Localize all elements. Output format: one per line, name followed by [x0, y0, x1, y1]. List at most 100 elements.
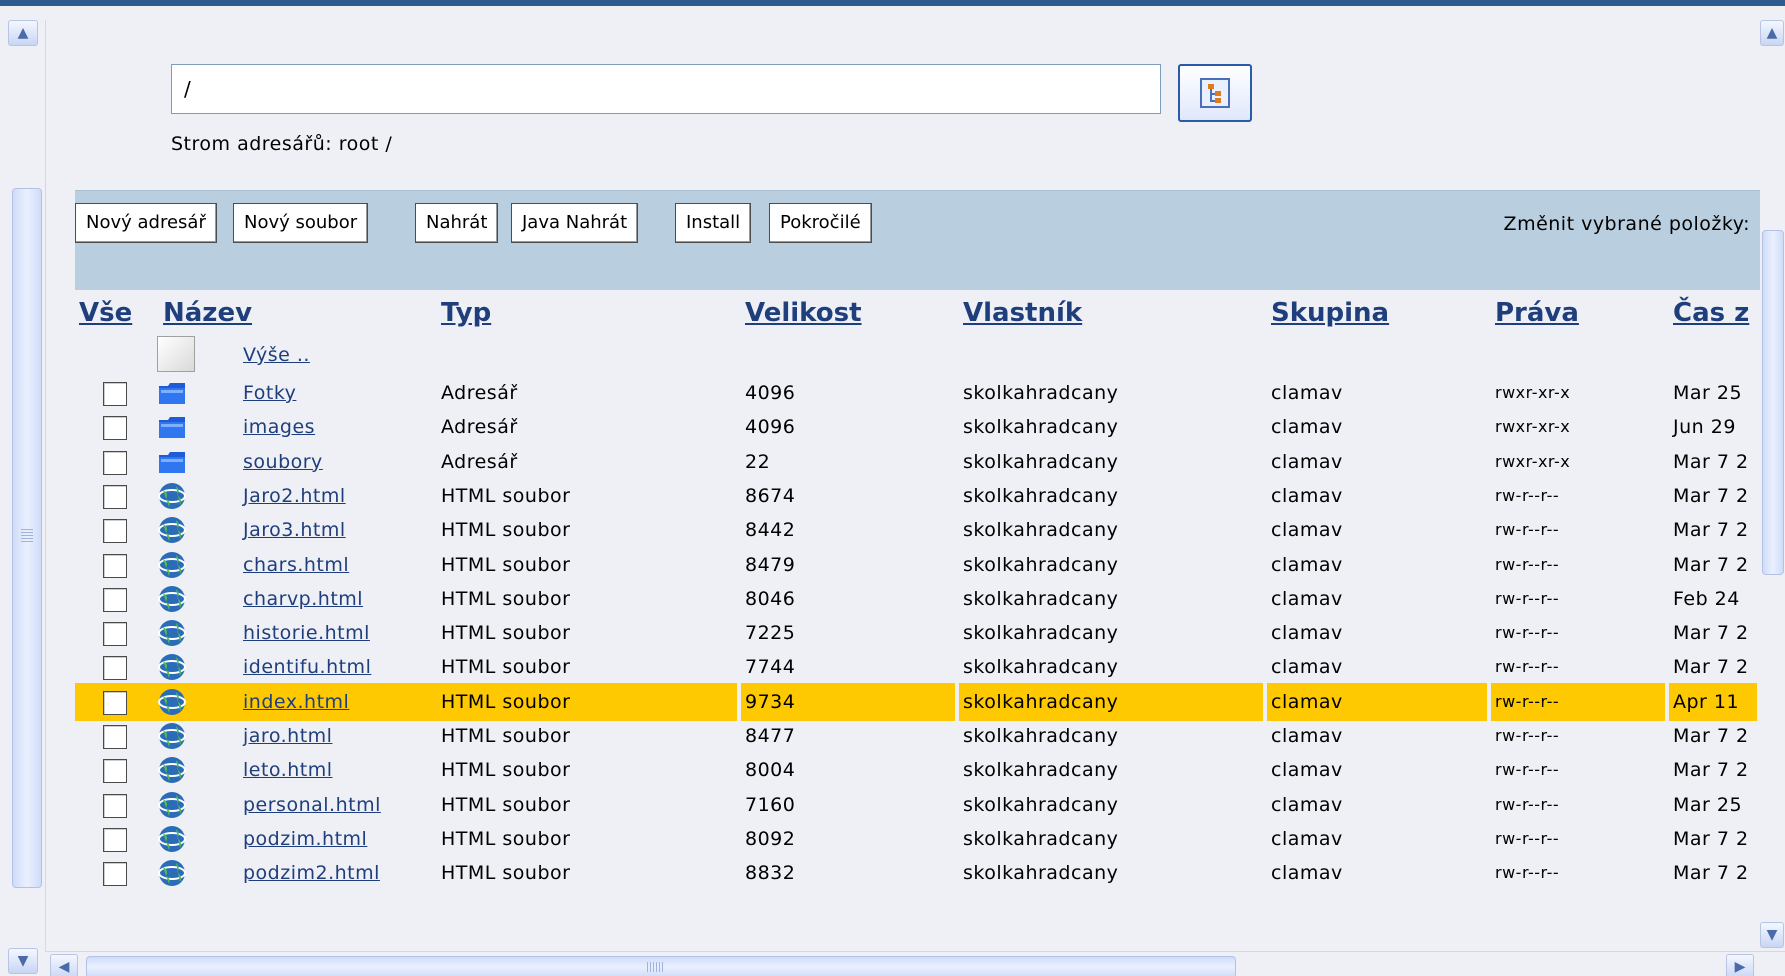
file-name-link[interactable]: soubory: [243, 451, 323, 473]
table-row[interactable]: podzim2.html HTML soubor 8832 skolkahradcan…: [75, 854, 1760, 892]
horizontal-scroll-thumb[interactable]: [86, 956, 1236, 976]
scroll-up-icon[interactable]: ▲: [1760, 20, 1784, 46]
cell-size: 7744: [745, 656, 796, 679]
row-checkbox[interactable]: [103, 862, 127, 887]
inner-scroll-thumb[interactable]: [1762, 230, 1784, 575]
row-checkbox[interactable]: [103, 827, 127, 852]
file-name-link[interactable]: leto.html: [243, 759, 333, 781]
table-row[interactable]: Jaro3.html HTML soubor 8442 skolkahradcany c…: [75, 511, 1760, 549]
row-checkbox[interactable]: [103, 416, 127, 441]
file-name-link[interactable]: Jaro2.html: [243, 485, 346, 507]
scroll-right-icon[interactable]: ▶: [1726, 954, 1754, 976]
row-checkbox[interactable]: [103, 382, 127, 406]
globe-icon[interactable]: [157, 790, 187, 820]
scroll-left-icon[interactable]: ◀: [50, 954, 78, 976]
scroll-up-icon[interactable]: ▲: [8, 20, 38, 46]
cell-select: [75, 717, 145, 755]
cell-size: 8046: [745, 587, 796, 610]
cell-time: Mar 7 2: [1673, 519, 1749, 542]
row-checkbox[interactable]: [103, 690, 127, 715]
new-directory-button[interactable]: Nový adresář: [75, 203, 217, 243]
file-name-link[interactable]: jaro.html: [243, 725, 332, 747]
path-input[interactable]: [171, 64, 1161, 114]
inner-vertical-scrollbar[interactable]: ▲ ▼: [1760, 20, 1785, 952]
folder-icon[interactable]: [157, 447, 187, 477]
cell-owner: skolkahradcany: [963, 827, 1119, 850]
row-checkbox[interactable]: [103, 519, 127, 544]
folder-icon[interactable]: [157, 412, 187, 442]
row-checkbox[interactable]: [103, 759, 127, 784]
table-row[interactable]: images Adresář 4096 skolkahradcany clamav rwx…: [75, 408, 1760, 446]
header-time[interactable]: Čas z: [1673, 298, 1749, 328]
file-name-link[interactable]: identifu.html: [243, 656, 371, 678]
file-name-link[interactable]: chars.html: [243, 554, 349, 576]
row-checkbox[interactable]: [103, 793, 127, 818]
cell-group: clamav: [1271, 793, 1343, 816]
globe-icon[interactable]: [157, 755, 187, 785]
globe-icon[interactable]: [157, 584, 187, 614]
table-row[interactable]: podzim.html HTML soubor 8092 skolkahradcany…: [75, 820, 1760, 858]
globe-icon[interactable]: [157, 687, 187, 717]
scroll-down-icon[interactable]: ▼: [8, 948, 38, 974]
globe-icon[interactable]: [157, 721, 187, 751]
java-upload-button[interactable]: Java Nahrát: [511, 203, 639, 243]
row-checkbox[interactable]: [103, 622, 127, 647]
horizontal-scrollbar[interactable]: ◀ ▶: [46, 951, 1785, 976]
file-name-link[interactable]: personal.html: [243, 794, 381, 816]
row-checkbox[interactable]: [103, 656, 127, 681]
file-name-link[interactable]: images: [243, 416, 315, 438]
install-button[interactable]: Install: [675, 203, 752, 243]
file-name-link[interactable]: Fotky: [243, 382, 296, 404]
globe-icon[interactable]: [157, 481, 187, 511]
directory-tree-button[interactable]: [1178, 64, 1252, 122]
globe-icon[interactable]: [157, 515, 187, 545]
table-row[interactable]: personal.html HTML soubor 7160 skolkahradca…: [75, 786, 1760, 824]
globe-icon[interactable]: [157, 618, 187, 648]
header-size[interactable]: Velikost: [745, 298, 862, 328]
table-row[interactable]: soubory Adresář 22 skolkahradcany clamav rwxr…: [75, 443, 1760, 481]
table-row[interactable]: chars.html HTML soubor 8479 skolkahradcany c…: [75, 546, 1760, 584]
table-row[interactable]: historie.html HTML soubor 7225 skolkahradca…: [75, 614, 1760, 652]
header-owner[interactable]: Vlastník: [963, 298, 1082, 328]
cell-owner: skolkahradcany: [963, 587, 1119, 610]
table-row[interactable]: identifu.html HTML soubor 7744 skolkahradca…: [75, 648, 1760, 686]
row-checkbox[interactable]: [103, 450, 127, 475]
file-name-link[interactable]: index.html: [243, 691, 349, 713]
scroll-down-icon[interactable]: ▼: [1760, 922, 1784, 948]
globe-icon[interactable]: [157, 652, 187, 682]
parent-directory-link[interactable]: Výše ..: [243, 344, 310, 366]
file-name-link[interactable]: podzim2.html: [243, 862, 380, 884]
table-row[interactable]: Fotky Adresář 4096 skolkahradcany clamav rwxr…: [75, 374, 1760, 412]
row-checkbox[interactable]: [103, 725, 127, 749]
header-select-all[interactable]: Vše: [79, 298, 132, 328]
header-type[interactable]: Typ: [441, 298, 491, 328]
cell-icon: [145, 443, 237, 481]
table-row[interactable]: charvp.html HTML soubor 8046 skolkahradcany…: [75, 580, 1760, 618]
folder-icon[interactable]: [157, 378, 187, 408]
table-row[interactable]: Jaro2.html HTML soubor 8674 skolkahradcany c…: [75, 477, 1760, 515]
cell-select: [75, 511, 145, 549]
globe-icon[interactable]: [157, 824, 187, 854]
parent-directory-icon[interactable]: [157, 336, 195, 372]
file-name-link[interactable]: charvp.html: [243, 588, 363, 610]
row-checkbox[interactable]: [103, 587, 127, 612]
file-name-link[interactable]: Jaro3.html: [243, 519, 346, 541]
outer-scroll-thumb[interactable]: [12, 188, 42, 888]
new-file-button[interactable]: Nový soubor: [233, 203, 369, 243]
upload-button[interactable]: Nahrát: [415, 203, 499, 243]
globe-icon[interactable]: [157, 550, 187, 580]
table-row[interactable]: index.html HTML soubor 9734 skolkahradcany c…: [75, 682, 1760, 721]
header-name[interactable]: Název: [163, 298, 252, 328]
table-row[interactable]: leto.html HTML soubor 8004 skolkahradcany cl…: [75, 751, 1760, 789]
cell-owner: skolkahradcany: [963, 382, 1119, 404]
header-permissions[interactable]: Práva: [1495, 298, 1579, 328]
row-checkbox[interactable]: [103, 553, 127, 578]
file-name-link[interactable]: podzim.html: [243, 828, 367, 850]
row-checkbox[interactable]: [103, 484, 127, 509]
globe-icon[interactable]: [157, 858, 187, 888]
advanced-button[interactable]: Pokročilé: [769, 203, 872, 243]
header-group[interactable]: Skupina: [1271, 298, 1389, 328]
outer-vertical-scrollbar[interactable]: ▲ ▼: [0, 20, 46, 974]
file-name-link[interactable]: historie.html: [243, 622, 370, 644]
table-row[interactable]: jaro.html HTML soubor 8477 skolkahradcany cl…: [75, 717, 1760, 755]
